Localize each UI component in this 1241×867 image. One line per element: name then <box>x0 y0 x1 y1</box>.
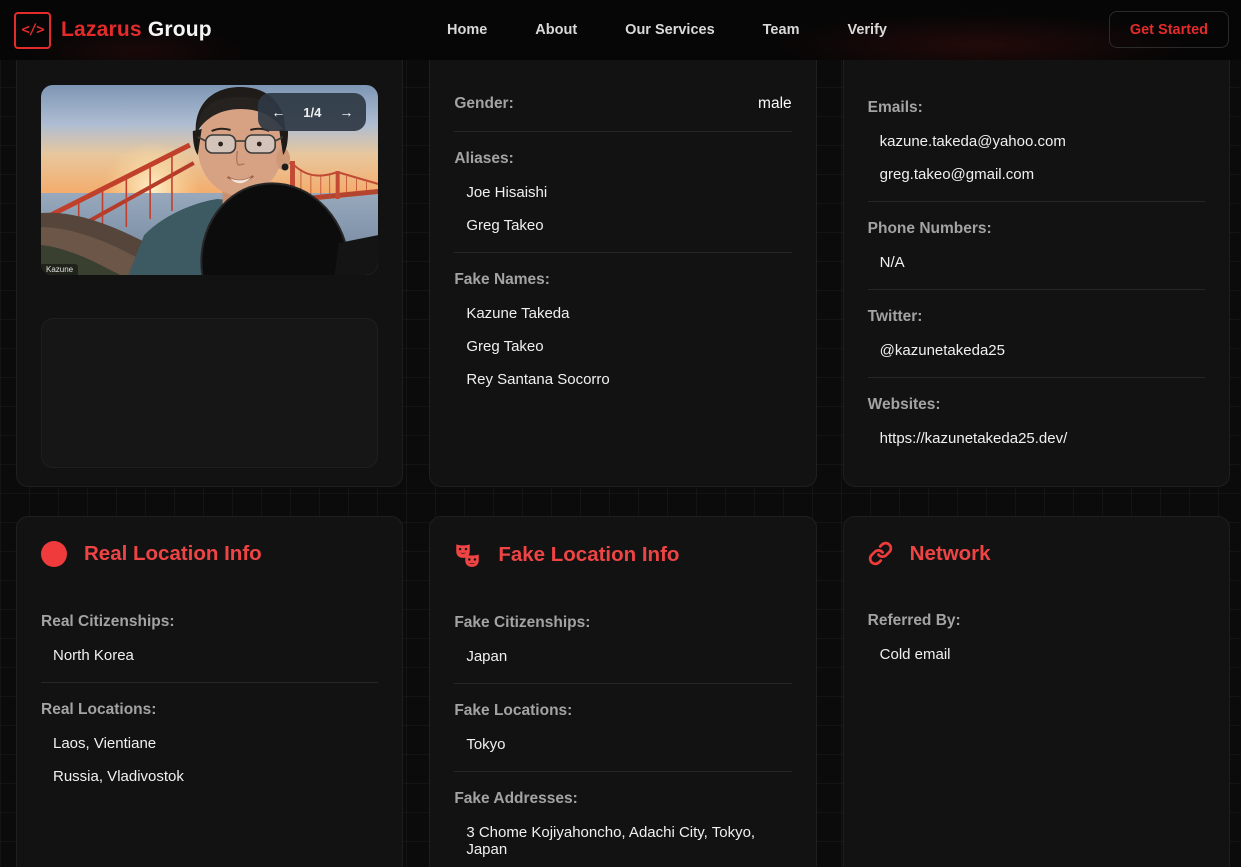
email-item: greg.takeo@gmail.com <box>880 166 1205 183</box>
carousel-prev-icon[interactable]: ← <box>271 104 285 120</box>
nav-item-verify[interactable]: Verify <box>847 22 887 38</box>
divider <box>454 771 791 772</box>
nav-item-team[interactable]: Team <box>763 22 800 38</box>
fake-location-item: Tokyo <box>466 736 791 753</box>
fake-location-title-row: Fake Location Info <box>454 541 791 568</box>
brand-name-primary: Lazarus <box>61 18 142 41</box>
websites-label: Websites: <box>868 396 1205 414</box>
referred-by-item: Cold email <box>880 646 1205 663</box>
top-navbar: </> Lazarus Group Home About Our Service… <box>0 0 1241 60</box>
brand-name-secondary: Group <box>148 18 212 41</box>
aliases-section: Aliases: Joe Hisaishi Greg Takeo <box>454 150 791 234</box>
gender-row: Gender: male <box>454 95 791 113</box>
chain-link-icon <box>868 541 893 566</box>
network-card: Network Referred By: Cold email <box>843 516 1230 867</box>
photo-carousel: ← 1/4 → <box>258 93 366 131</box>
fake-name-item: Rey Santana Socorro <box>466 371 791 388</box>
real-location-title: Real Location Info <box>84 542 262 566</box>
real-locations-label: Real Locations: <box>41 701 378 719</box>
theater-masks-icon <box>454 541 481 568</box>
nav-item-about[interactable]: About <box>535 22 577 38</box>
real-citizenship-item: North Korea <box>53 647 378 664</box>
emails-label: Emails: <box>868 99 1205 117</box>
fake-name-item: Greg Takeo <box>466 338 791 355</box>
divider <box>454 252 791 253</box>
profile-content: ← 1/4 → Kazune Gender: male Aliases: Joe… <box>16 60 1230 867</box>
fake-location-title: Fake Location Info <box>498 543 679 567</box>
emails-section: Emails: kazune.takeda@yahoo.com greg.tak… <box>868 99 1205 183</box>
photo-watermark: Kazune <box>41 264 78 275</box>
fake-names-section: Fake Names: Kazune Takeda Greg Takeo Rey… <box>454 271 791 388</box>
phone-item: N/A <box>880 254 1205 271</box>
divider <box>454 131 791 132</box>
divider <box>868 289 1205 290</box>
websites-section: Websites: https://kazunetakeda25.dev/ <box>868 396 1205 447</box>
twitter-handle: @kazunetakeda25 <box>880 342 1205 359</box>
brand-logo[interactable]: </> Lazarus Group <box>14 12 212 49</box>
network-title: Network <box>910 542 991 566</box>
phones-label: Phone Numbers: <box>868 220 1205 238</box>
fake-locations-label: Fake Locations: <box>454 702 791 720</box>
fake-citizenship-item: Japan <box>466 648 791 665</box>
real-citizenships-label: Real Citizenships: <box>41 613 378 631</box>
divider <box>868 201 1205 202</box>
email-item: kazune.takeda@yahoo.com <box>880 133 1205 150</box>
real-location-card: Real Location Info Real Citizenships: No… <box>16 516 403 867</box>
twitter-label: Twitter: <box>868 308 1205 326</box>
real-location-item: Laos, Vientiane <box>53 735 378 752</box>
gender-label: Gender: <box>454 95 513 113</box>
divider <box>868 377 1205 378</box>
carousel-counter: 1/4 <box>303 105 321 120</box>
get-started-button[interactable]: Get Started <box>1109 11 1229 48</box>
divider <box>41 682 378 683</box>
fake-name-item: Kazune Takeda <box>466 305 791 322</box>
website-link[interactable]: https://kazunetakeda25.dev/ <box>880 430 1205 447</box>
alias-item: Greg Takeo <box>466 217 791 234</box>
photos-empty-panel <box>41 318 378 468</box>
nav-item-home[interactable]: Home <box>447 22 487 38</box>
nav-item-our-services[interactable]: Our Services <box>625 22 714 38</box>
photos-card: ← 1/4 → Kazune <box>16 32 403 487</box>
fake-citizenships-label: Fake Citizenships: <box>454 614 791 632</box>
phones-section: Phone Numbers: N/A <box>868 220 1205 271</box>
alias-item: Joe Hisaishi <box>466 184 791 201</box>
contact-info-card: Emails: kazune.takeda@yahoo.com greg.tak… <box>843 32 1230 487</box>
twitter-section: Twitter: @kazunetakeda25 <box>868 308 1205 359</box>
red-circle-icon <box>41 541 67 567</box>
main-nav: Home About Our Services Team Verify <box>447 0 887 60</box>
profile-photo: ← 1/4 → Kazune <box>41 85 378 275</box>
real-location-title-row: Real Location Info <box>41 541 378 567</box>
real-location-item: Russia, Vladivostok <box>53 768 378 785</box>
fake-names-label: Fake Names: <box>454 271 791 289</box>
divider <box>454 683 791 684</box>
carousel-next-icon[interactable]: → <box>339 104 353 120</box>
fake-addresses-label: Fake Addresses: <box>454 790 791 808</box>
aliases-label: Aliases: <box>454 150 791 168</box>
referred-by-label: Referred By: <box>868 612 1205 630</box>
gender-value: male <box>758 95 792 113</box>
basic-info-card: Gender: male Aliases: Joe Hisaishi Greg … <box>429 32 816 487</box>
fake-location-card: Fake Location Info Fake Citizenships: Ja… <box>429 516 816 867</box>
code-icon: </> <box>14 12 51 49</box>
brand-name: Lazarus Group <box>61 18 212 42</box>
network-title-row: Network <box>868 541 1205 566</box>
fake-address-item: 3 Chome Kojiyahoncho, Adachi City, Tokyo… <box>466 824 791 858</box>
